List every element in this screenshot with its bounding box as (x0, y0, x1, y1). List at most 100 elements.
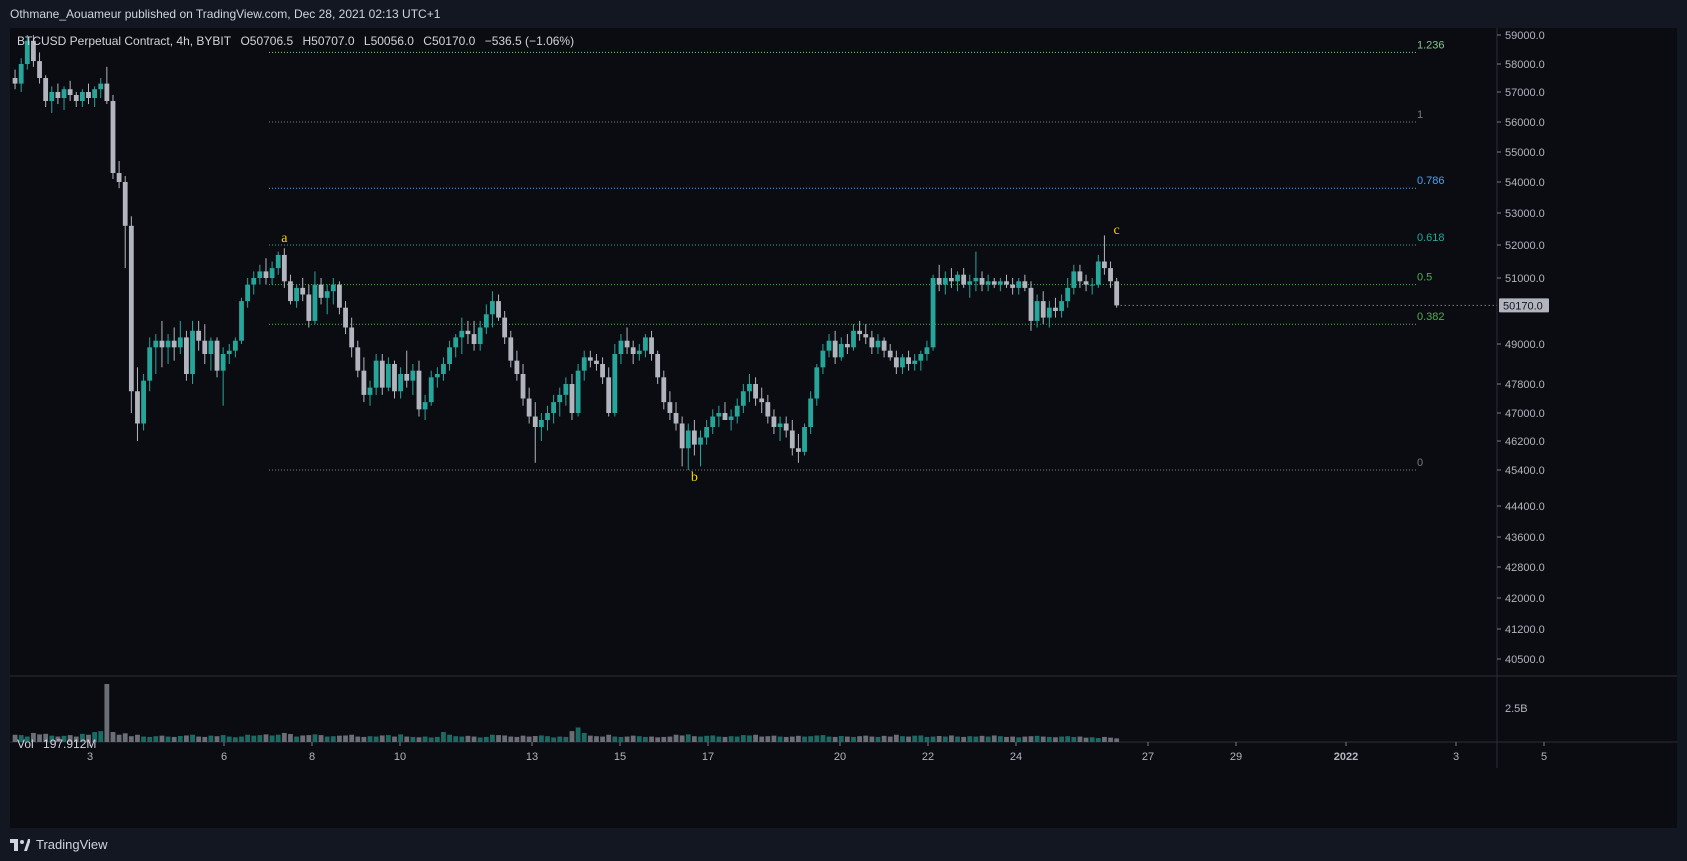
candle-body (875, 340, 881, 348)
volume-bar (343, 735, 348, 742)
volume-bar (1077, 736, 1083, 742)
volume-bar (1034, 735, 1040, 742)
candle-body (997, 281, 1003, 285)
volume-bar (789, 736, 795, 742)
candle-body (324, 291, 330, 298)
candle-body (465, 330, 471, 335)
candle-body (496, 301, 501, 318)
candle-body (190, 330, 195, 374)
candle-body (226, 350, 232, 354)
last-price-value: 50170.0 (1503, 300, 1543, 312)
fib-level-label: 1.236 (1417, 39, 1445, 51)
volume-bar (930, 736, 936, 742)
fib-level-label: 0 (1417, 457, 1423, 469)
candle-body (447, 347, 452, 364)
volume-bar (851, 736, 856, 742)
volume-bar (324, 736, 330, 742)
volume-bar (906, 736, 911, 742)
candle-body (600, 364, 605, 378)
volume-bar (159, 735, 165, 742)
candle-body (973, 278, 979, 282)
x-axis-tick-label: 3 (1453, 751, 1459, 763)
chart-frame[interactable]: 1.236 1 0.786 0.618 0.5 0.382 0 a b c 59000.0 58000… (10, 28, 1677, 828)
x-axis-tick-label: 6 (221, 751, 227, 763)
fib-level-label: 0.618 (1417, 232, 1445, 244)
candle-body (575, 370, 581, 413)
x-axis-tick-label: 20 (834, 751, 846, 763)
candlestick-chart[interactable]: 1.236 1 0.786 0.618 0.5 0.382 0 a b c 59000.0 58000… (10, 28, 1677, 828)
x-axis-tick-label: 15 (614, 751, 626, 763)
candle-body (104, 83, 110, 101)
volume-bar (349, 734, 355, 742)
candle-body (802, 427, 807, 452)
candle-body (202, 340, 208, 354)
volume-bar (318, 735, 324, 742)
candle-body (710, 416, 716, 427)
candle-body (569, 384, 575, 413)
tradingview-logo[interactable]: TradingView (10, 837, 108, 852)
volume-bar (624, 736, 630, 742)
candle-body (814, 367, 820, 399)
candle-body (135, 391, 140, 424)
volume-bar (875, 736, 881, 742)
candle-body (679, 423, 685, 449)
volume-bar (997, 736, 1003, 742)
symbol-name[interactable]: BTCUSD Perpetual Contract, 4h, BYBIT (17, 34, 231, 48)
volume-bar (783, 736, 789, 742)
volume-bar (502, 735, 508, 742)
candle-body (783, 423, 789, 431)
candle-body (116, 173, 122, 182)
volume-label[interactable]: Vol (17, 737, 34, 751)
volume-bar (538, 735, 544, 742)
candle-body (563, 384, 569, 395)
volume-bar (416, 737, 422, 742)
candle-body (918, 354, 924, 361)
volume-bar (967, 736, 973, 742)
volume-bar (373, 736, 379, 742)
candle-body (979, 278, 985, 285)
candle-body (12, 78, 18, 84)
volume-bar (410, 736, 416, 742)
volume-bar (587, 735, 593, 742)
candle-body (55, 92, 61, 98)
candle-body (924, 347, 930, 354)
y-axis-tick-label: 54000.0 (1505, 177, 1545, 189)
volume-bar (294, 736, 299, 742)
volume-bar (177, 736, 183, 742)
volume-bar (698, 736, 703, 742)
volume-bar (600, 736, 605, 742)
y-axis-tick-label: 59000.0 (1505, 30, 1545, 42)
volume-legend: Vol 197.912M (17, 737, 102, 751)
volume-bar (979, 735, 985, 742)
volume-bar (881, 735, 887, 742)
candle-body (514, 360, 520, 374)
candle-body (428, 377, 434, 403)
volume-bar (912, 735, 918, 742)
candle-body (471, 334, 477, 344)
volume-bar (740, 735, 746, 742)
candle-body (410, 370, 416, 381)
volume-bar (575, 727, 581, 742)
volume-bar (557, 736, 563, 742)
candle-body (759, 398, 765, 403)
candle-body (508, 337, 514, 361)
volume-bar (1089, 737, 1095, 742)
wave-label-c: c (1114, 223, 1120, 238)
candle-body (594, 360, 599, 364)
y-axis-tick-label: 55000.0 (1505, 147, 1545, 159)
volume-bar (263, 734, 269, 742)
fib-level-label: 0.5 (1417, 272, 1432, 284)
candle-body (98, 83, 104, 90)
volume-bar (526, 736, 532, 742)
candle-body (826, 340, 832, 351)
volume-bar (563, 736, 569, 742)
candle-body (636, 350, 642, 354)
candle-body (337, 284, 342, 308)
candle-body (92, 89, 98, 98)
candle-body (404, 374, 410, 381)
volume-bar (245, 734, 251, 742)
candle-body (832, 340, 838, 358)
candle-body (288, 281, 293, 302)
fib-level-label: 1 (1417, 109, 1423, 121)
candle-body (61, 89, 67, 98)
